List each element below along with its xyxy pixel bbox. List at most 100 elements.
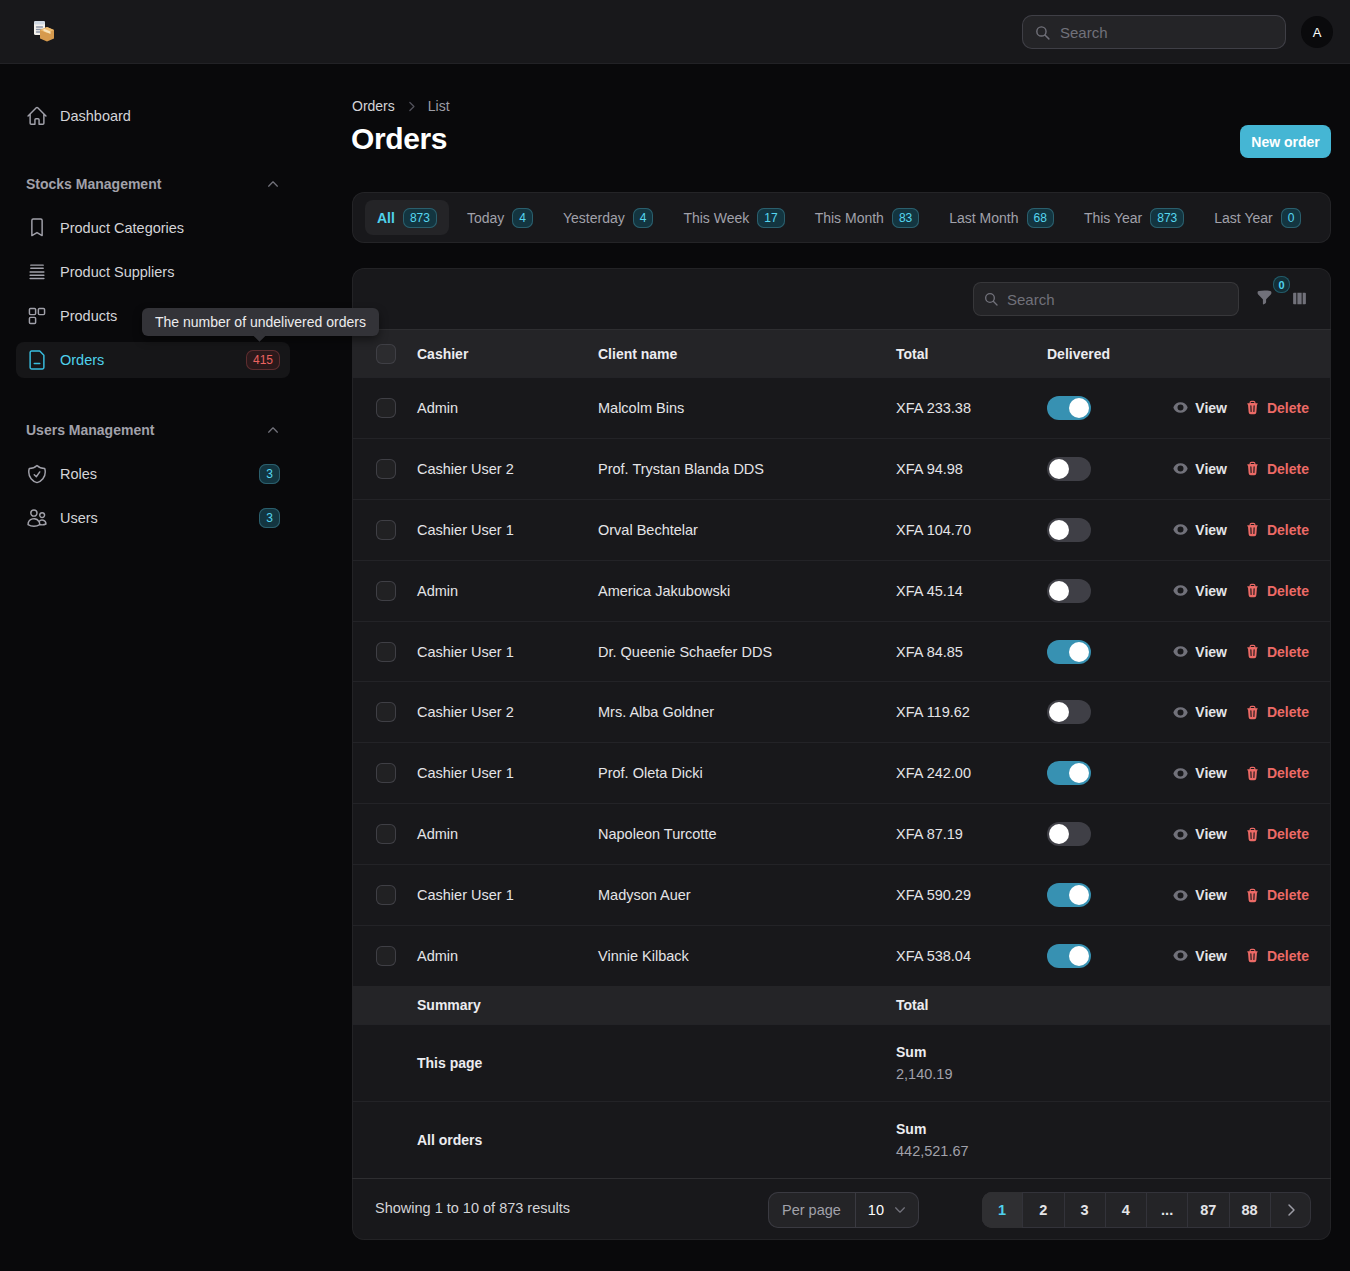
- sidebar-item-roles[interactable]: Roles 3: [16, 456, 290, 492]
- view-action[interactable]: View: [1173, 522, 1227, 538]
- sidebar-group-stocks[interactable]: Stocks Management: [16, 176, 290, 192]
- document-icon: [26, 349, 48, 371]
- tab-label: Yesterday: [563, 210, 625, 226]
- row-checkbox[interactable]: [376, 581, 396, 601]
- page-button-87[interactable]: 87: [1187, 1192, 1228, 1228]
- tab-count-badge: 0: [1281, 208, 1302, 228]
- sidebar-item-product-suppliers[interactable]: Product Suppliers: [16, 254, 290, 290]
- cell-cashier: Cashier User 1: [417, 522, 598, 538]
- row-checkbox[interactable]: [376, 946, 396, 966]
- delivered-toggle[interactable]: [1047, 700, 1091, 724]
- view-action[interactable]: View: [1173, 461, 1227, 477]
- cell-total: XFA 233.38: [896, 400, 1047, 416]
- delivered-toggle[interactable]: [1047, 396, 1091, 420]
- sidebar-item-product-categories[interactable]: Product Categories: [16, 210, 290, 246]
- tab-all[interactable]: All 873: [365, 200, 449, 235]
- view-action[interactable]: View: [1173, 887, 1227, 903]
- delete-action[interactable]: Delete: [1245, 461, 1309, 477]
- delete-action[interactable]: Delete: [1245, 704, 1309, 720]
- delivered-toggle[interactable]: [1047, 518, 1091, 542]
- col-header-delivered[interactable]: Delivered: [1047, 346, 1181, 362]
- table-row: Admin Napoleon Turcotte XFA 87.19 View D…: [352, 803, 1331, 864]
- tab-count-badge: 873: [1150, 208, 1184, 228]
- row-checkbox[interactable]: [376, 763, 396, 783]
- page-button-1[interactable]: 1: [982, 1192, 1022, 1228]
- delivered-toggle[interactable]: [1047, 457, 1091, 481]
- row-checkbox[interactable]: [376, 520, 396, 540]
- trash-icon: [1245, 948, 1260, 963]
- view-action[interactable]: View: [1173, 765, 1227, 781]
- view-action[interactable]: View: [1173, 583, 1227, 599]
- user-avatar[interactable]: A: [1301, 16, 1333, 48]
- view-action[interactable]: View: [1173, 400, 1227, 416]
- sidebar-item-dashboard[interactable]: Dashboard: [16, 98, 290, 134]
- sidebar-item-label: Roles: [60, 466, 97, 482]
- delivered-toggle[interactable]: [1047, 822, 1091, 846]
- delivered-toggle[interactable]: [1047, 579, 1091, 603]
- next-page-button[interactable]: [1270, 1192, 1311, 1228]
- delete-action[interactable]: Delete: [1245, 400, 1309, 416]
- tab-last-year[interactable]: Last Year 0: [1202, 200, 1313, 235]
- sidebar-item-orders[interactable]: Orders 415: [16, 342, 290, 378]
- delivered-toggle[interactable]: [1047, 640, 1091, 664]
- delivered-toggle[interactable]: [1047, 883, 1091, 907]
- row-checkbox[interactable]: [376, 398, 396, 418]
- view-action[interactable]: View: [1173, 704, 1227, 720]
- trash-icon: [1245, 583, 1260, 598]
- row-checkbox[interactable]: [376, 459, 396, 479]
- table-row: Cashier User 1 Madyson Auer XFA 590.29 V…: [352, 864, 1331, 925]
- tab-yesterday[interactable]: Yesterday 4: [551, 200, 665, 235]
- tab-today[interactable]: Today 4: [455, 200, 545, 235]
- cell-cashier: Admin: [417, 948, 598, 964]
- filter-button[interactable]: [1256, 289, 1273, 306]
- delete-action[interactable]: Delete: [1245, 948, 1309, 964]
- view-action[interactable]: View: [1173, 826, 1227, 842]
- col-header-cashier[interactable]: Cashier: [417, 346, 598, 362]
- delete-action[interactable]: Delete: [1245, 826, 1309, 842]
- tab-count-badge: 83: [892, 208, 919, 228]
- per-page-value[interactable]: 10: [855, 1192, 919, 1228]
- delete-action[interactable]: Delete: [1245, 765, 1309, 781]
- delete-action[interactable]: Delete: [1245, 887, 1309, 903]
- row-checkbox[interactable]: [376, 885, 396, 905]
- summary-total-header: Total: [896, 997, 1047, 1013]
- page-button-4[interactable]: 4: [1105, 1192, 1146, 1228]
- tab-last-month[interactable]: Last Month 68: [937, 200, 1066, 235]
- global-search-input[interactable]: Search: [1022, 15, 1286, 49]
- row-checkbox[interactable]: [376, 824, 396, 844]
- delete-action[interactable]: Delete: [1245, 644, 1309, 660]
- tab-this-year[interactable]: This Year 873: [1072, 200, 1196, 235]
- breadcrumb-orders[interactable]: Orders: [352, 98, 395, 114]
- view-action[interactable]: View: [1173, 644, 1227, 660]
- col-header-total[interactable]: Total: [896, 346, 1047, 362]
- delivered-toggle[interactable]: [1047, 944, 1091, 968]
- sidebar-item-users[interactable]: Users 3: [16, 500, 290, 536]
- sidebar-group-users[interactable]: Users Management: [16, 422, 290, 438]
- table-search-input[interactable]: Search: [973, 282, 1239, 316]
- tab-this-month[interactable]: This Month 83: [803, 200, 932, 235]
- tab-count-badge: 4: [512, 208, 533, 228]
- per-page-select[interactable]: Per page 10: [768, 1192, 919, 1228]
- toggle-columns-button[interactable]: [1291, 290, 1308, 307]
- page-button-88[interactable]: 88: [1229, 1192, 1270, 1228]
- delete-action[interactable]: Delete: [1245, 522, 1309, 538]
- row-checkbox[interactable]: [376, 642, 396, 662]
- col-header-client[interactable]: Client name: [598, 346, 896, 362]
- view-action[interactable]: View: [1173, 948, 1227, 964]
- delivered-toggle[interactable]: [1047, 761, 1091, 785]
- page-button-3[interactable]: 3: [1064, 1192, 1105, 1228]
- bookmark-icon: [26, 217, 48, 239]
- page-title: Orders: [351, 122, 447, 156]
- tab-this-week[interactable]: This Week 17: [671, 200, 796, 235]
- row-checkbox[interactable]: [376, 702, 396, 722]
- tab-label: This Week: [683, 210, 749, 226]
- page-button-2[interactable]: 2: [1022, 1192, 1063, 1228]
- delete-action[interactable]: Delete: [1245, 583, 1309, 599]
- app-logo-icon[interactable]: [31, 19, 57, 45]
- cell-cashier: Cashier User 1: [417, 765, 598, 781]
- cell-client-name: Orval Bechtelar: [598, 522, 896, 538]
- select-all-checkbox[interactable]: [376, 344, 396, 364]
- cell-total: XFA 119.62: [896, 704, 1047, 720]
- search-icon: [983, 291, 999, 307]
- new-order-button[interactable]: New order: [1240, 125, 1331, 158]
